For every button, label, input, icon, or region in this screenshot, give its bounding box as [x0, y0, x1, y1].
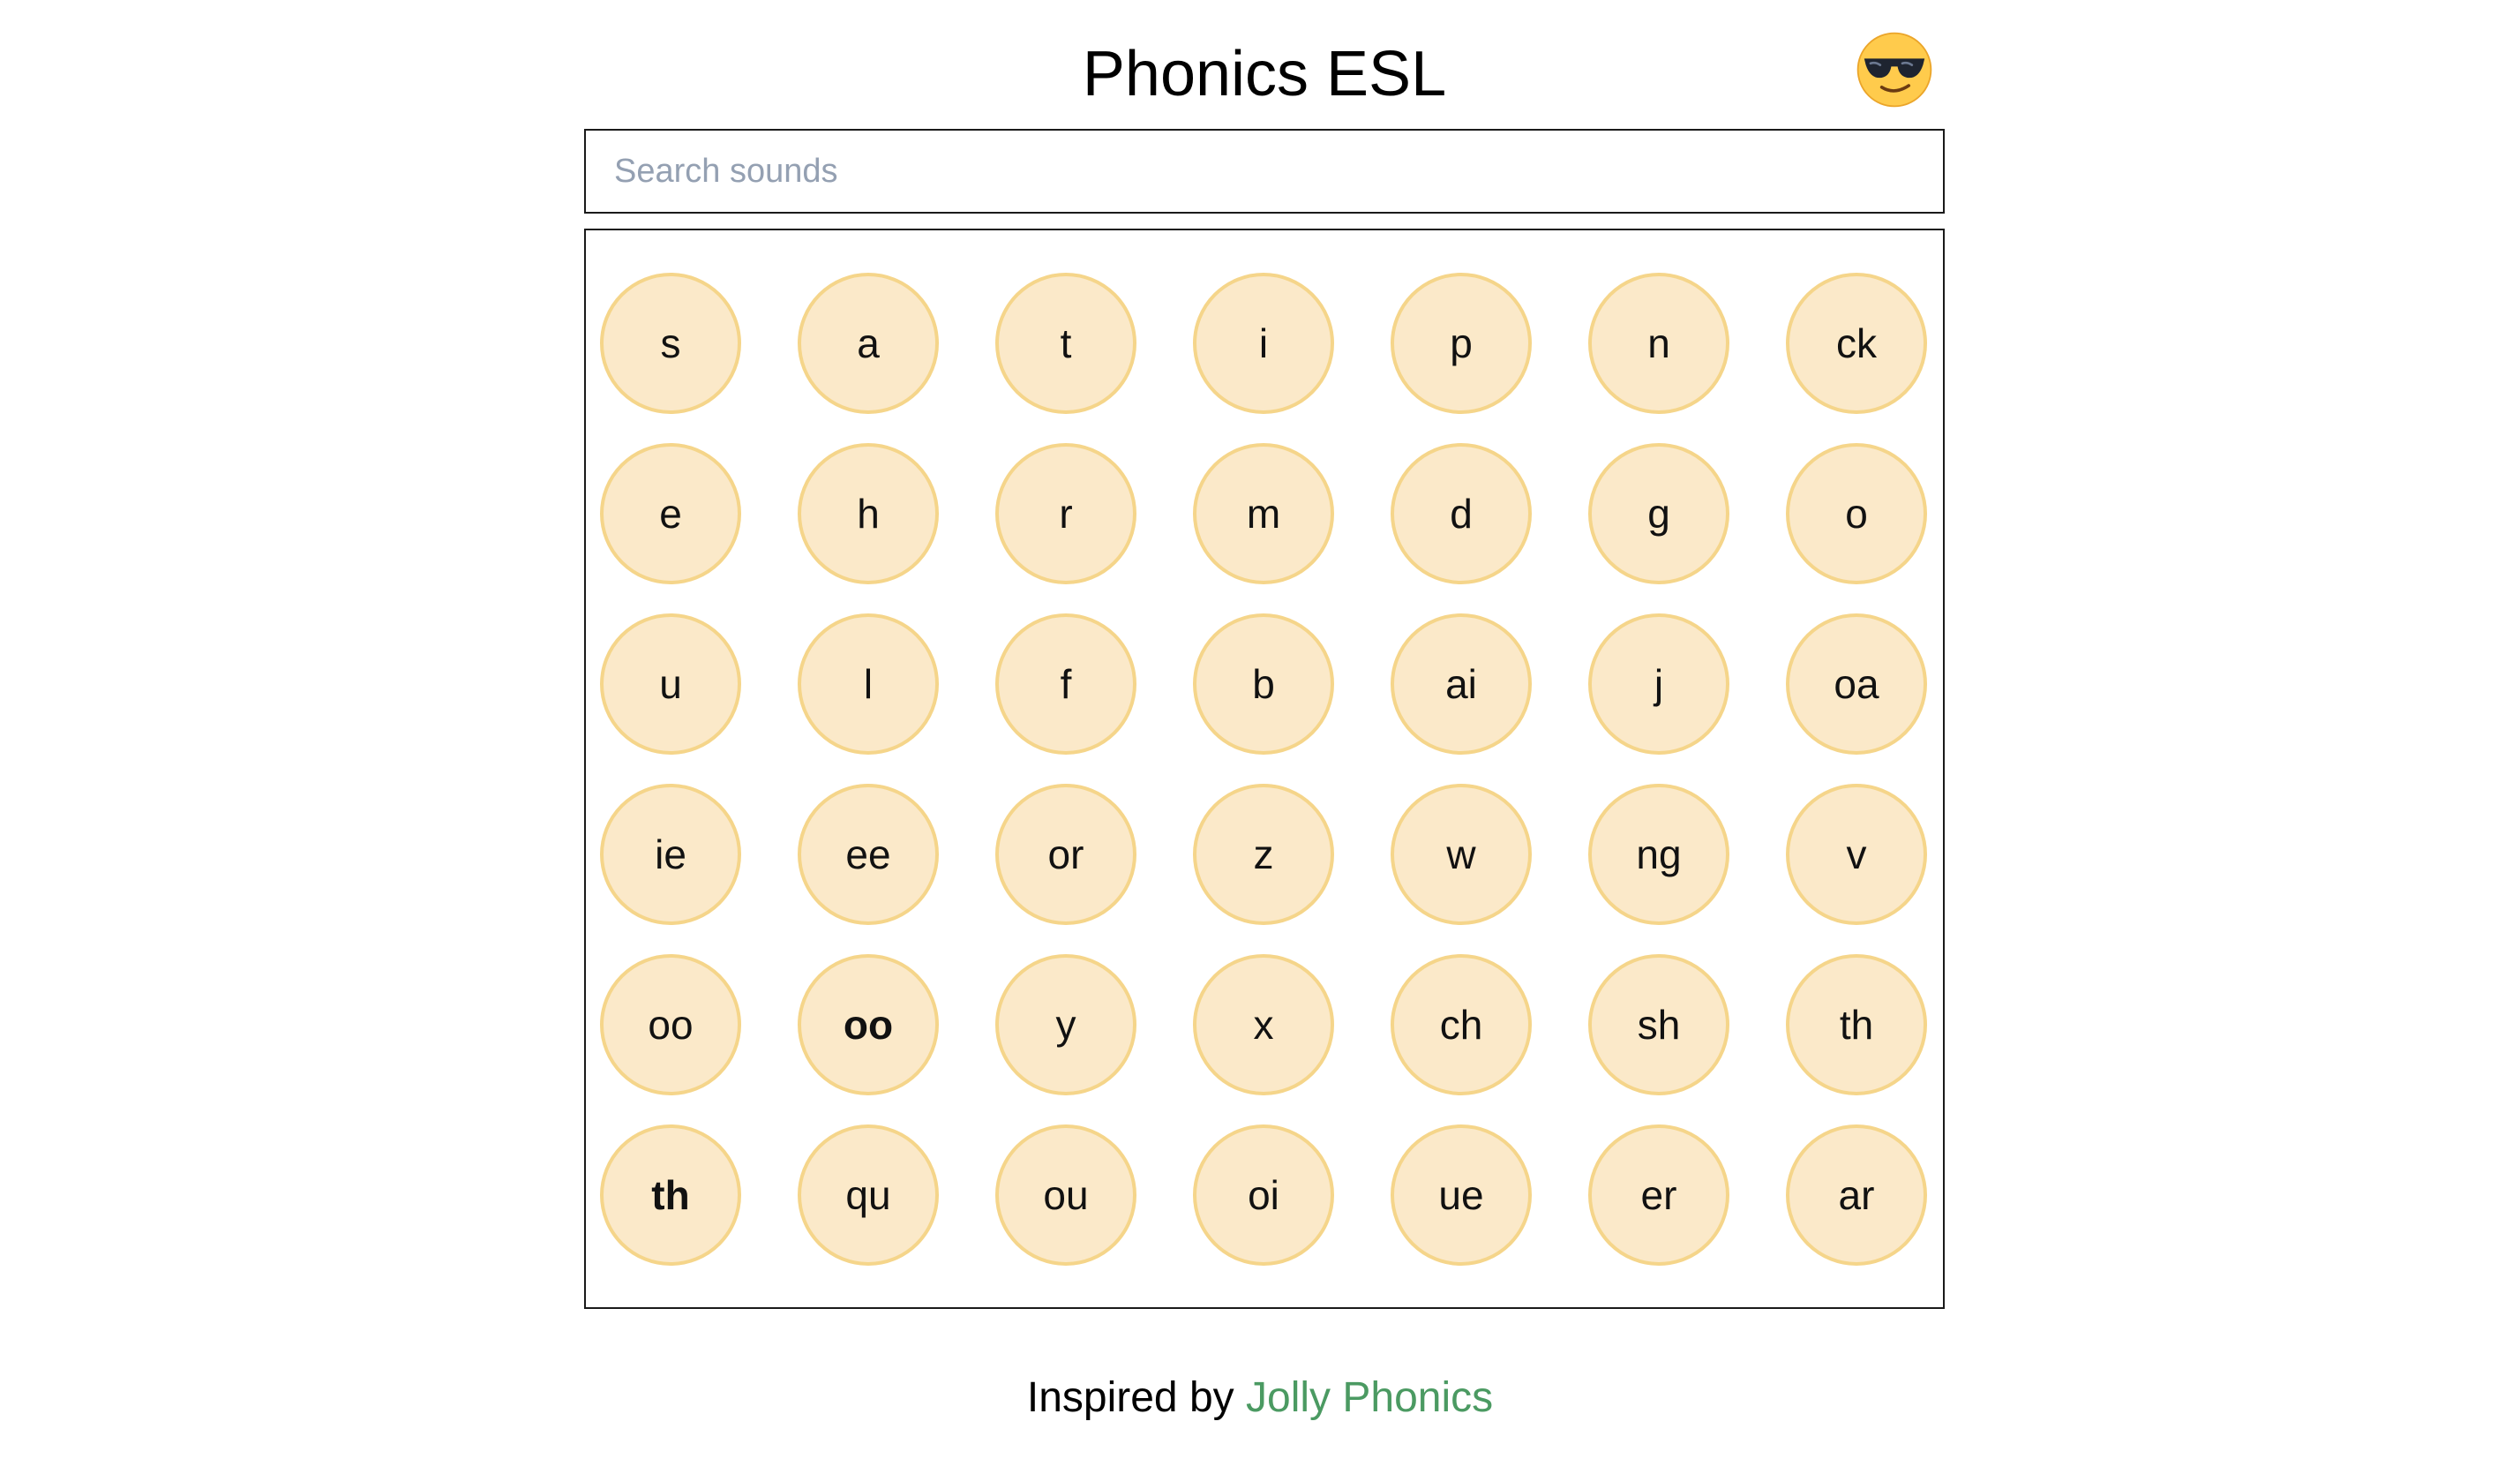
sound-button[interactable]: f: [995, 613, 1136, 755]
header: Phonics ESL: [584, 25, 1945, 122]
page-title: Phonics ESL: [1082, 39, 1447, 109]
sound-button[interactable]: l: [798, 613, 939, 755]
sunglasses-icon[interactable]: [1855, 30, 1934, 109]
page: Phonics ESL satipnckehrmdgoulfbaijoaieee…: [0, 0, 2520, 1459]
footer-prefix: Inspired by: [1026, 1374, 1246, 1421]
sound-button[interactable]: y: [995, 954, 1136, 1095]
sound-button[interactable]: t: [995, 273, 1136, 414]
sound-button[interactable]: ng: [1588, 784, 1729, 925]
sound-button[interactable]: n: [1588, 273, 1729, 414]
sound-button[interactable]: ar: [1786, 1124, 1927, 1266]
sound-button[interactable]: s: [600, 273, 741, 414]
sound-button[interactable]: ai: [1391, 613, 1532, 755]
sound-button[interactable]: m: [1193, 443, 1334, 584]
sound-button[interactable]: ck: [1786, 273, 1927, 414]
sounds-panel: s a t i p n ck e h r m d g o u l f b ai j oa ie ee or z w ng v oo oo y…: [584, 229, 1945, 1309]
sound-button[interactable]: ee: [798, 784, 939, 925]
sound-button[interactable]: v: [1786, 784, 1927, 925]
sound-button[interactable]: th: [600, 1124, 741, 1266]
sound-button[interactable]: i: [1193, 273, 1334, 414]
sound-button[interactable]: e: [600, 443, 741, 584]
sound-button[interactable]: u: [600, 613, 741, 755]
search-input[interactable]: [586, 131, 1943, 212]
sound-button[interactable]: oo: [600, 954, 741, 1095]
sound-button[interactable]: oo: [798, 954, 939, 1095]
sound-button[interactable]: qu: [798, 1124, 939, 1266]
sound-button[interactable]: th: [1786, 954, 1927, 1095]
sound-button[interactable]: er: [1588, 1124, 1729, 1266]
sound-button[interactable]: oi: [1193, 1124, 1334, 1266]
sound-button[interactable]: w: [1391, 784, 1532, 925]
sound-button[interactable]: j: [1588, 613, 1729, 755]
sound-button[interactable]: x: [1193, 954, 1334, 1095]
sunglasses-emoji-graphic: [1856, 32, 1932, 108]
sound-button[interactable]: b: [1193, 613, 1334, 755]
sound-button[interactable]: ie: [600, 784, 741, 925]
sound-button[interactable]: d: [1391, 443, 1532, 584]
sound-button[interactable]: oa: [1786, 613, 1927, 755]
sound-button[interactable]: r: [995, 443, 1136, 584]
sound-button[interactable]: h: [798, 443, 939, 584]
sound-button[interactable]: or: [995, 784, 1136, 925]
sounds-grid: s a t i p n ck e h r m d g o u l f b ai j oa ie ee or z w ng v oo oo y…: [600, 273, 1927, 1266]
sound-button[interactable]: g: [1588, 443, 1729, 584]
sound-button[interactable]: ue: [1391, 1124, 1532, 1266]
sound-button[interactable]: a: [798, 273, 939, 414]
jolly-phonics-link[interactable]: Jolly Phonics: [1246, 1374, 1493, 1421]
search-box: [584, 129, 1945, 214]
sound-button[interactable]: ou: [995, 1124, 1136, 1266]
sound-button[interactable]: ch: [1391, 954, 1532, 1095]
sound-button[interactable]: o: [1786, 443, 1927, 584]
footer: Inspired by Jolly Phonics: [0, 1370, 2520, 1426]
sound-button[interactable]: p: [1391, 273, 1532, 414]
sound-button[interactable]: sh: [1588, 954, 1729, 1095]
sound-button[interactable]: z: [1193, 784, 1334, 925]
